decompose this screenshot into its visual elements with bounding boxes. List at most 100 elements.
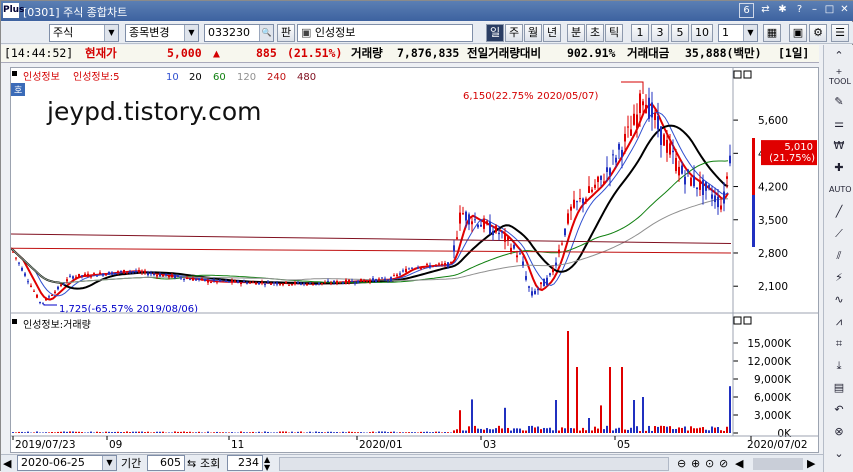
volume-bar — [672, 429, 674, 433]
panel-menu-icon[interactable] — [12, 71, 17, 76]
volume-bar — [576, 367, 578, 433]
price-chart-svg[interactable]: 인성정보 인성정보:5 10 20 60 120 240 480 호 jeypd… — [11, 68, 818, 452]
candle-body — [150, 273, 152, 274]
stock-name-field[interactable]: ▣ 인성정보 — [297, 24, 473, 42]
reset-icon[interactable]: ⊙ — [705, 456, 714, 472]
cross-icon[interactable]: ✚ — [829, 159, 849, 177]
volume-bar — [231, 432, 233, 433]
help-icon[interactable]: ? — [792, 3, 807, 18]
period-year[interactable]: 년 — [543, 24, 561, 42]
volume-panel-menu-icon[interactable] — [12, 319, 17, 324]
candle-body — [195, 279, 197, 280]
bottom-bar: ◀ 2020-06-25▼ 기간 605 ⇆ 조회 234 ▲▼ ⊖ ⊕ ⊙ ⊘… — [1, 454, 823, 472]
scroll-left-icon[interactable]: ◀ — [735, 456, 743, 472]
panel-maximize-icon[interactable] — [734, 71, 741, 78]
period-second[interactable]: 초 — [586, 24, 604, 42]
market-select[interactable]: 주식▼ — [49, 24, 119, 42]
calendar-icon[interactable]: ▤ — [829, 379, 849, 397]
candle-body — [165, 274, 167, 276]
unit-3-button[interactable]: 3 — [651, 24, 669, 42]
auto-icon[interactable]: AUTO — [829, 181, 849, 199]
maximize-icon[interactable]: □ — [822, 3, 837, 18]
quote-bar: [14:44:52] 현재가 5,000 ▲ 885 (21.51%) 거래량 … — [1, 45, 819, 63]
download-icon[interactable]: ⤓ — [829, 357, 849, 375]
scroll-right-icon[interactable]: ▶ — [807, 456, 815, 472]
lookup-icon[interactable]: ⇆ — [187, 456, 199, 472]
list-icon[interactable]: ☰ — [831, 24, 849, 42]
link-icon[interactable]: ⇄ — [758, 3, 773, 18]
volume-bar — [426, 432, 428, 433]
period-tick[interactable]: 틱 — [605, 24, 623, 42]
period-week[interactable]: 주 — [505, 24, 523, 42]
period-minute[interactable]: 분 — [567, 24, 585, 42]
wave-tool-icon[interactable]: ∿ — [829, 291, 849, 309]
horizontal-scrollbar[interactable] — [279, 457, 669, 471]
candle-body — [570, 207, 572, 211]
price-tag-icon[interactable]: ₩ — [829, 137, 849, 155]
volume-panel-close-icon[interactable] — [744, 317, 751, 324]
unit-10-button[interactable]: 10 — [691, 24, 713, 42]
gann-tool-icon[interactable]: ⌗ — [829, 335, 849, 353]
count-select[interactable]: 1▼ — [718, 24, 758, 42]
unit-5-button[interactable]: 5 — [671, 24, 689, 42]
volume-bar — [435, 432, 437, 433]
candle-body — [291, 284, 293, 285]
gear-icon[interactable]: ⚙ — [809, 24, 827, 42]
ma60-line — [11, 161, 728, 283]
search-icon[interactable]: 🔍 — [259, 25, 273, 41]
tool-icon[interactable]: +TOOL — [829, 67, 849, 85]
screen-number[interactable]: 6 — [739, 3, 754, 18]
delete-icon[interactable]: ⊗ — [829, 423, 849, 441]
query-input[interactable]: 234 — [227, 455, 263, 471]
candle-body — [96, 276, 98, 277]
scroll-thumb[interactable] — [753, 458, 803, 470]
panel-close-icon[interactable] — [744, 71, 751, 78]
candle-body — [111, 272, 113, 274]
grid-icon[interactable]: ▦ — [763, 24, 781, 42]
volume-panel-maximize-icon[interactable] — [734, 317, 741, 324]
candle-body — [483, 218, 485, 228]
period-month[interactable]: 월 — [524, 24, 542, 42]
line-tool-icon[interactable]: ╱ — [829, 203, 849, 221]
chevron-down-icon[interactable]: ⌄ — [829, 445, 849, 463]
period-day[interactable]: 일 — [486, 24, 504, 42]
volume-bar — [606, 426, 608, 433]
volume-bar — [726, 427, 728, 433]
candle-body — [189, 279, 191, 280]
period-input[interactable]: 605 — [147, 455, 185, 471]
settings-icon[interactable]: ✱ — [775, 3, 790, 18]
volume-bar — [345, 432, 347, 433]
candle-body — [66, 279, 68, 281]
lock-icon[interactable]: ⊘ — [719, 456, 728, 472]
chart-panel[interactable]: 인성정보 인성정보:5 10 20 60 120 240 480 호 jeypd… — [10, 67, 819, 453]
zoom-in-icon[interactable]: ⊕ — [691, 456, 700, 472]
ray-tool-icon[interactable]: ⟋ — [829, 225, 849, 243]
candle-body — [582, 199, 584, 204]
channel-tool-icon[interactable]: ⫽ — [829, 247, 849, 265]
query-spinner[interactable]: ▲▼ — [264, 456, 276, 472]
save-icon[interactable]: ▣ — [789, 24, 807, 42]
chevron-up-icon[interactable]: ⌃ — [829, 47, 849, 65]
volume-bar — [153, 432, 155, 433]
change-stock-select[interactable]: 종목변경▼ — [125, 24, 199, 42]
candle-body — [72, 276, 74, 278]
pencil-icon[interactable]: ✎ — [829, 93, 849, 111]
undo-icon[interactable]: ↶ — [829, 401, 849, 419]
date-input[interactable]: 2020-06-25▼ — [17, 455, 117, 471]
stock-code-input[interactable]: 033230🔍 — [204, 24, 274, 42]
candle-body — [636, 114, 638, 128]
ruler-icon[interactable]: ⚌ — [829, 115, 849, 133]
zigzag-tool-icon[interactable]: ⩘ — [829, 313, 849, 331]
candle-body — [669, 143, 671, 154]
close-icon[interactable]: ✕ — [837, 3, 852, 18]
candle-body — [456, 237, 458, 239]
candle-body — [102, 274, 104, 276]
unit-1-button[interactable]: 1 — [631, 24, 649, 42]
board-button[interactable]: 판 — [277, 24, 295, 42]
zoom-out-icon[interactable]: ⊖ — [677, 456, 686, 472]
calendar-prev-icon[interactable]: ◀ — [3, 456, 17, 472]
fall-marker — [752, 195, 755, 247]
volume-bars — [12, 331, 731, 433]
trend-tool-icon[interactable]: ⚡ — [829, 269, 849, 287]
minimize-icon[interactable]: – — [807, 3, 822, 18]
